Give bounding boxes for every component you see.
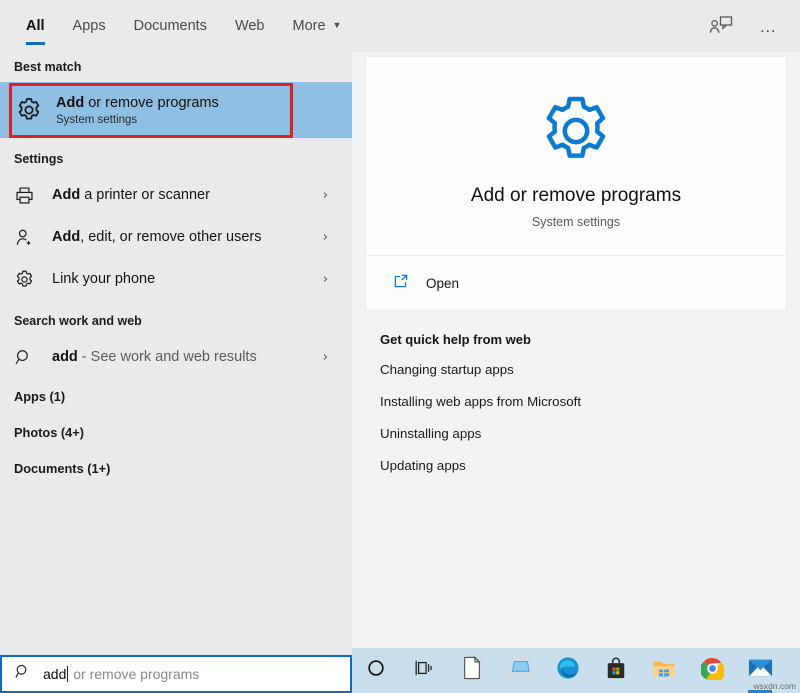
settings-item-link-phone[interactable]: Link your phone › <box>0 258 352 300</box>
taskbar-item-edge[interactable] <box>544 648 592 693</box>
search-web-header: Search work and web <box>14 314 142 328</box>
taskbar-item-remote-desktop[interactable] <box>496 648 544 693</box>
cortana-icon <box>366 658 386 683</box>
libreoffice-writer-icon <box>461 656 483 685</box>
best-match-title: Add or remove programs <box>56 95 219 112</box>
search-input-text: add or remove programs <box>43 666 199 682</box>
remote-desktop-icon <box>508 658 532 683</box>
search-tab-list: All Apps Documents Web More ▼ <box>0 0 355 52</box>
web-search-query: add <box>52 349 78 365</box>
add-user-icon <box>14 225 42 249</box>
search-icon <box>14 345 42 369</box>
preview-subtitle: System settings <box>531 215 621 229</box>
taskbar-item-chrome[interactable] <box>688 648 736 693</box>
search-icon <box>14 663 31 685</box>
web-search-label: add - See work and web results <box>52 349 257 365</box>
help-link-updating-apps[interactable]: Updating apps <box>380 449 786 481</box>
settings-item-rest: , edit, or remove other users <box>80 229 262 245</box>
taskbar-item-cortana[interactable] <box>352 648 400 693</box>
quick-help-section: Get quick help from web Changing startup… <box>366 326 786 481</box>
tab-active-underline <box>26 42 45 45</box>
settings-item-add-printer[interactable]: Add a printer or scanner › <box>0 174 352 216</box>
help-link-changing-startup-apps[interactable]: Changing startup apps <box>380 353 786 385</box>
tab-more[interactable]: More ▼ <box>279 0 356 52</box>
settings-item-bold: Add <box>52 229 81 245</box>
microsoft-store-icon <box>605 657 627 685</box>
settings-item-label: Link your phone <box>52 271 155 287</box>
best-match-header: Best match <box>14 60 82 74</box>
settings-item-label: Add a printer or scanner <box>52 187 210 203</box>
tab-apps-label: Apps <box>72 18 106 34</box>
tab-apps[interactable]: Apps <box>59 0 120 52</box>
preview-pane: Add or remove programs System settings O… <box>352 52 800 648</box>
gear-icon <box>366 91 786 171</box>
tab-all[interactable]: All <box>12 0 59 52</box>
help-link-uninstalling-apps[interactable]: Uninstalling apps <box>380 417 786 449</box>
taskbar-item-libreoffice[interactable] <box>448 648 496 693</box>
open-external-icon <box>392 272 410 295</box>
taskbar-item-task-view[interactable] <box>400 648 448 693</box>
gear-icon <box>14 267 42 291</box>
preview-card: Add or remove programs System settings O… <box>366 57 786 310</box>
start-menu-search-screen: All Apps Documents Web More ▼ … Best mat… <box>0 0 800 693</box>
taskbar-item-microsoft-store[interactable] <box>592 648 640 693</box>
category-photos-count[interactable]: Photos (4+) <box>0 414 352 450</box>
tab-documents-label: Documents <box>133 18 207 34</box>
settings-item-label: Add, edit, or remove other users <box>52 229 262 245</box>
settings-header: Settings <box>14 152 64 166</box>
gear-icon <box>14 95 44 125</box>
settings-item-bold: Add <box>52 187 81 203</box>
taskbar-item-file-explorer[interactable] <box>640 648 688 693</box>
web-search-rest: - See work and web results <box>77 349 257 365</box>
preview-title: Add or remove programs <box>470 185 682 206</box>
more-options-icon[interactable]: … <box>756 13 782 39</box>
web-search-item[interactable]: add - See work and web results › <box>0 336 352 378</box>
tabbar-actions: … <box>708 0 800 52</box>
settings-item-rest: a printer or scanner <box>80 187 210 203</box>
search-results-pane: Best match Add or remove programs System… <box>0 52 352 648</box>
microsoft-edge-icon <box>556 656 580 685</box>
mail-icon <box>748 658 773 683</box>
more-options-label: … <box>759 16 779 36</box>
printer-icon <box>14 183 42 207</box>
best-match-text: Add or remove programs System settings <box>56 95 219 126</box>
open-action-button[interactable]: Open <box>366 256 786 310</box>
taskbar: wsxdn.com <box>352 648 800 693</box>
chevron-right-icon: › <box>322 349 328 365</box>
best-match-title-bold: Add <box>56 94 85 111</box>
category-documents-count[interactable]: Documents (1+) <box>0 450 352 486</box>
file-explorer-icon <box>652 658 676 684</box>
search-typed-text: add <box>43 666 67 682</box>
task-view-icon <box>414 658 434 683</box>
best-match-section: Add or remove programs System settings <box>0 82 352 138</box>
tab-web-label: Web <box>234 18 265 34</box>
google-chrome-icon <box>699 657 725 685</box>
tab-documents[interactable]: Documents <box>120 0 221 52</box>
feedback-icon[interactable] <box>708 13 734 39</box>
chevron-right-icon: › <box>322 229 328 245</box>
watermark: wsxdn.com <box>753 681 796 691</box>
tab-web[interactable]: Web <box>221 0 279 52</box>
tab-all-label: All <box>26 18 45 34</box>
chevron-right-icon: › <box>322 271 328 287</box>
best-match-result[interactable]: Add or remove programs System settings <box>0 82 352 138</box>
open-action-label: Open <box>426 275 460 291</box>
search-input[interactable]: add or remove programs <box>0 655 352 693</box>
tab-more-label: More <box>292 18 326 34</box>
settings-item-add-users[interactable]: Add, edit, or remove other users › <box>0 216 352 258</box>
quick-help-header: Get quick help from web <box>380 332 531 347</box>
best-match-subtitle: System settings <box>56 113 138 126</box>
help-link-installing-web-apps[interactable]: Installing web apps from Microsoft <box>380 385 786 417</box>
category-apps-count[interactable]: Apps (1) <box>0 378 352 414</box>
settings-item-rest: Link your phone <box>52 271 156 287</box>
search-suggestion-text: or remove programs <box>69 666 200 682</box>
chevron-down-icon: ▼ <box>332 20 342 30</box>
search-tabbar: All Apps Documents Web More ▼ … <box>0 0 800 52</box>
chevron-right-icon: › <box>322 187 328 203</box>
best-match-title-rest: or remove programs <box>84 94 219 111</box>
text-cursor <box>67 666 69 682</box>
preview-hero: Add or remove programs System settings <box>366 57 786 255</box>
